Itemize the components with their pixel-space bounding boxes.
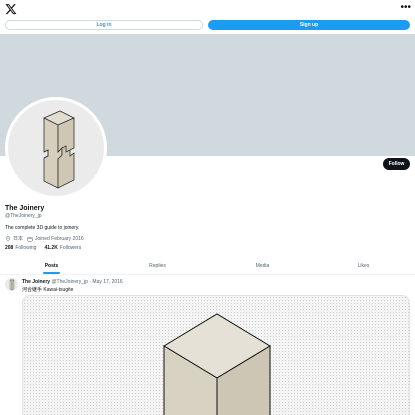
post-author-name[interactable]: The Joinery	[22, 279, 50, 285]
x-logo-icon[interactable]	[5, 3, 17, 15]
profile-handle: @TheJoinery_jp	[5, 213, 42, 219]
more-dots-icon[interactable]: •••	[400, 3, 411, 13]
follow-button[interactable]: Follow	[383, 158, 410, 170]
location-pin-icon	[5, 235, 11, 242]
followers-link[interactable]: 41.2K Followers	[44, 245, 81, 251]
profile-meta: 日本 Joined February 2016	[5, 235, 84, 242]
login-button[interactable]: Log in	[5, 20, 203, 30]
active-tab-indicator	[43, 272, 60, 274]
profile-bio: The complete 3D guide to joinery.	[5, 225, 80, 231]
profile-avatar[interactable]	[5, 97, 107, 199]
profile-stats: 208 Following 41.2K Followers	[5, 245, 81, 251]
tab-likes[interactable]: Likes	[336, 258, 391, 275]
cube-illustration	[163, 313, 271, 415]
post-date[interactable]: May 17, 2016	[92, 279, 122, 285]
joinery-pillar-illustration	[43, 110, 75, 189]
profile-name: The Joinery	[5, 205, 45, 212]
top-bar: ••• Log in Sign up	[0, 0, 415, 34]
post-header: The Joinery @TheJoinery_jp · May 17, 201…	[22, 279, 123, 285]
tab-media[interactable]: Media	[235, 258, 290, 275]
profile-tabs: Posts Replies Media Likes	[0, 258, 415, 275]
post-text: 河合継手 Kawai-tsugite	[22, 287, 74, 293]
profile-location: 日本	[13, 236, 24, 242]
post-separator: ·	[89, 279, 92, 285]
post-author-handle[interactable]: @TheJoinery_jp	[51, 279, 87, 285]
following-link[interactable]: 208 Following	[5, 245, 36, 251]
tab-replies[interactable]: Replies	[130, 258, 185, 275]
joinery-pillar-mini-icon	[9, 278, 15, 291]
signup-button[interactable]: Sign up	[208, 20, 410, 30]
post-author-avatar[interactable]	[5, 278, 18, 291]
profile-joined-date: Joined February 2016	[35, 235, 84, 242]
calendar-icon	[27, 236, 33, 241]
post-media-image[interactable]	[22, 295, 410, 415]
